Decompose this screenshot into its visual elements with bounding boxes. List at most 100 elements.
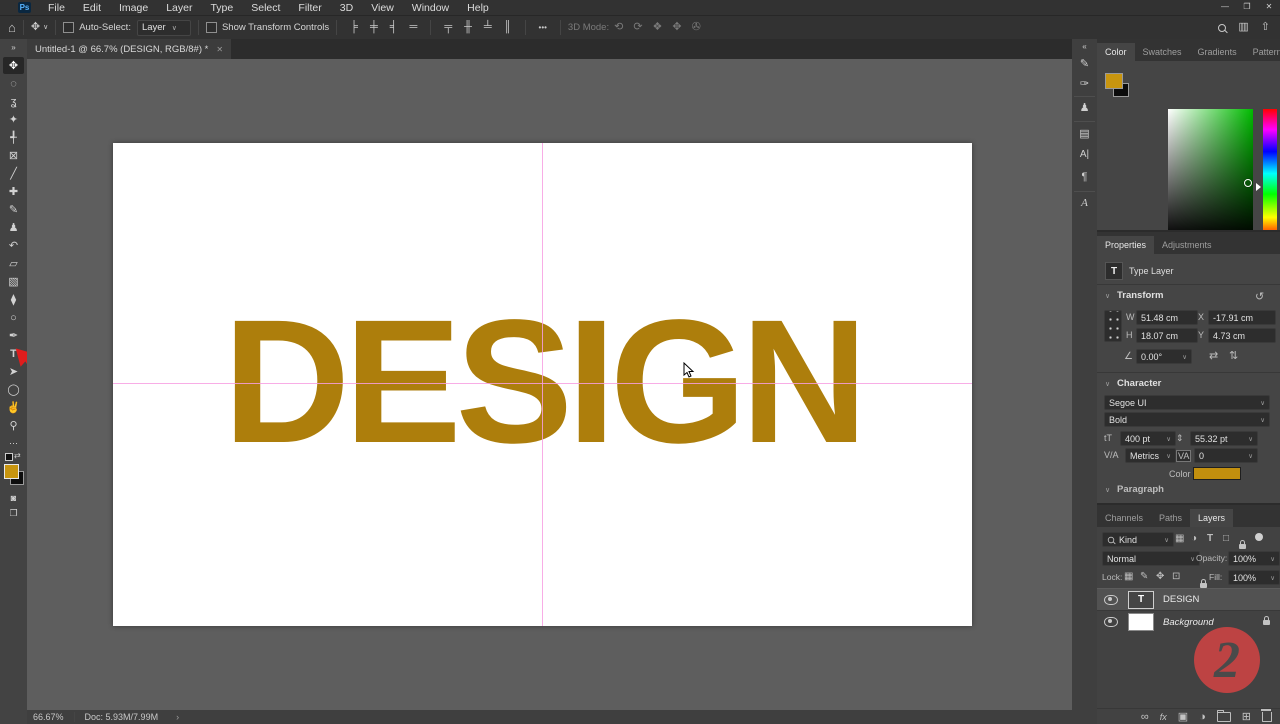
auto-select-target-dropdown[interactable]: Layer ∨ xyxy=(137,20,191,36)
tab-color[interactable]: Color xyxy=(1097,43,1135,61)
history-brush-tool[interactable]: ↶ xyxy=(3,237,24,254)
paragraph-styles-icon[interactable]: ▤ xyxy=(1072,127,1097,140)
paragraph-panel-icon[interactable]: ¶ xyxy=(1072,171,1097,183)
glyphs-panel-icon[interactable]: A xyxy=(1072,197,1097,209)
blend-mode-dropdown[interactable]: Normal∨ xyxy=(1102,551,1200,566)
distribute-v-icon[interactable]: ║ xyxy=(498,22,518,33)
brush-settings-icon[interactable]: ✎ xyxy=(1072,57,1097,70)
lasso-tool[interactable]: ʓ xyxy=(3,93,24,110)
new-layer-icon[interactable]: ⊞ xyxy=(1242,710,1251,723)
align-bottom-icon[interactable]: ╧ xyxy=(478,22,498,33)
align-middle-icon[interactable]: ╫ xyxy=(458,22,478,33)
font-family-dropdown[interactable]: Segoe UI∨ xyxy=(1104,395,1270,410)
distribute-h-icon[interactable]: ═ xyxy=(404,22,424,33)
color-panel-foreground-swatch[interactable] xyxy=(1105,73,1123,89)
type-layer-thumbnail[interactable]: T xyxy=(1128,591,1154,609)
menu-layer[interactable]: Layer xyxy=(157,2,201,14)
clone-stamp-tool[interactable]: ♟ xyxy=(3,219,24,236)
character-section-title[interactable]: Character xyxy=(1117,378,1161,389)
horizontal-guide[interactable] xyxy=(113,383,972,384)
opacity-field[interactable]: 100%∨ xyxy=(1228,551,1280,566)
transform-section-title[interactable]: Transform xyxy=(1117,290,1163,301)
zoom-level-field[interactable]: 66.67% xyxy=(33,712,64,722)
leading-field[interactable]: 55.32 pt∨ xyxy=(1190,431,1258,446)
brush-tool[interactable]: ✎ xyxy=(3,201,24,218)
filter-pixel-icon[interactable]: ▦ xyxy=(1175,533,1184,544)
text-color-swatch[interactable] xyxy=(1193,467,1241,480)
tool-preset-chevron-icon[interactable]: ∨ xyxy=(43,24,48,31)
reference-point-selector[interactable] xyxy=(1104,310,1122,342)
quick-mask-button[interactable]: ◙ xyxy=(3,489,24,506)
visibility-eye-icon[interactable] xyxy=(1104,617,1118,627)
filter-shape-icon[interactable]: □ xyxy=(1223,533,1229,544)
height-field[interactable]: 18.07 cm xyxy=(1136,328,1198,343)
menu-image[interactable]: Image xyxy=(110,2,157,14)
filter-type-icon[interactable]: T xyxy=(1207,533,1213,544)
align-right-icon[interactable]: ╡ xyxy=(384,22,404,33)
dock-collapse-icon[interactable]: « xyxy=(1072,42,1097,51)
character-collapse-icon[interactable]: ∨ xyxy=(1105,380,1110,388)
vertical-guide[interactable] xyxy=(542,143,543,626)
align-center-h-icon[interactable]: ╪ xyxy=(364,22,384,33)
blur-tool[interactable]: ⧫ xyxy=(3,291,24,308)
y-field[interactable]: 4.73 cm xyxy=(1208,328,1276,343)
transform-collapse-icon[interactable]: ∨ xyxy=(1105,292,1110,300)
filter-toggle[interactable] xyxy=(1255,533,1263,541)
marquee-tool[interactable]: ◌ xyxy=(3,75,24,92)
default-colors-icon[interactable] xyxy=(5,453,13,461)
menu-help[interactable]: Help xyxy=(458,2,498,14)
tab-layers[interactable]: Layers xyxy=(1190,509,1233,527)
adjustment-layer-icon[interactable]: ◑ xyxy=(1199,711,1206,723)
hand-tool[interactable]: ✌ xyxy=(3,399,24,416)
menu-type[interactable]: Type xyxy=(201,2,242,14)
tab-swatches[interactable]: Swatches xyxy=(1135,43,1190,61)
link-layers-icon[interactable]: ∞ xyxy=(1141,711,1149,723)
hue-slider-arrow[interactable] xyxy=(1256,183,1261,191)
pen-tool[interactable]: ✒ xyxy=(3,327,24,344)
brushes-icon[interactable]: ✑ xyxy=(1072,77,1097,90)
flip-vertical-icon[interactable]: ⇅ xyxy=(1229,349,1238,362)
delete-layer-icon[interactable] xyxy=(1262,712,1272,722)
workspace-icon[interactable]: ▥ xyxy=(1238,22,1248,33)
eyedropper-tool[interactable]: ╱ xyxy=(3,165,24,182)
tab-channels[interactable]: Channels xyxy=(1097,509,1151,527)
shape-tool[interactable]: ◯ xyxy=(3,381,24,398)
toolbar-collapse-icon[interactable]: » xyxy=(3,41,24,53)
align-left-icon[interactable]: ╞ xyxy=(344,22,364,33)
foreground-color-swatch[interactable] xyxy=(4,464,19,479)
move-tool[interactable]: ✥ xyxy=(3,57,24,74)
character-panel-icon[interactable]: A| xyxy=(1072,149,1097,160)
hue-slider[interactable] xyxy=(1263,109,1277,238)
filter-smart-object-icon[interactable] xyxy=(1239,544,1246,549)
tab-close-icon[interactable]: ✕ xyxy=(216,45,223,54)
object-selection-tool[interactable]: ✦ xyxy=(3,111,24,128)
layer-filter-dropdown[interactable]: Kind∨ xyxy=(1102,532,1174,547)
align-top-icon[interactable]: ╤ xyxy=(438,22,458,33)
saturation-square[interactable] xyxy=(1168,109,1253,238)
tab-properties[interactable]: Properties xyxy=(1097,236,1154,254)
canvas-area[interactable]: DESIGN xyxy=(27,59,1072,710)
new-group-icon[interactable] xyxy=(1217,712,1231,722)
visibility-eye-icon[interactable] xyxy=(1104,595,1118,605)
layer-mask-icon[interactable]: ▣ xyxy=(1178,710,1188,723)
kerning-field[interactable]: Metrics∨ xyxy=(1125,448,1176,463)
lock-position-icon[interactable]: ✥ xyxy=(1156,571,1164,582)
gradient-tool[interactable]: ▧ xyxy=(3,273,24,290)
restore-icon[interactable]: ❐ xyxy=(1236,0,1258,14)
eraser-tool[interactable]: ▱ xyxy=(3,255,24,272)
layer-effects-icon[interactable]: fx xyxy=(1160,712,1167,722)
frame-tool[interactable]: ⊠ xyxy=(3,147,24,164)
search-icon[interactable] xyxy=(1218,24,1226,32)
dodge-tool[interactable]: ○ xyxy=(3,309,24,326)
healing-brush-tool[interactable]: ✚ xyxy=(3,183,24,200)
font-size-field[interactable]: 400 pt∨ xyxy=(1120,431,1176,446)
crop-tool[interactable]: ╃ xyxy=(3,129,24,146)
screen-mode-button[interactable]: ❐ xyxy=(3,505,24,522)
menu-select[interactable]: Select xyxy=(242,2,289,14)
x-field[interactable]: -17.91 cm xyxy=(1208,310,1276,325)
document-tab[interactable]: Untitled-1 @ 66.7% (DESIGN, RGB/8#) * ✕ xyxy=(27,39,231,59)
close-icon[interactable]: ✕ xyxy=(1258,0,1280,14)
swap-colors-icon[interactable]: ⇄ xyxy=(14,451,22,459)
filter-adjustment-icon[interactable]: ◑ xyxy=(1191,533,1197,544)
menu-filter[interactable]: Filter xyxy=(289,2,330,14)
